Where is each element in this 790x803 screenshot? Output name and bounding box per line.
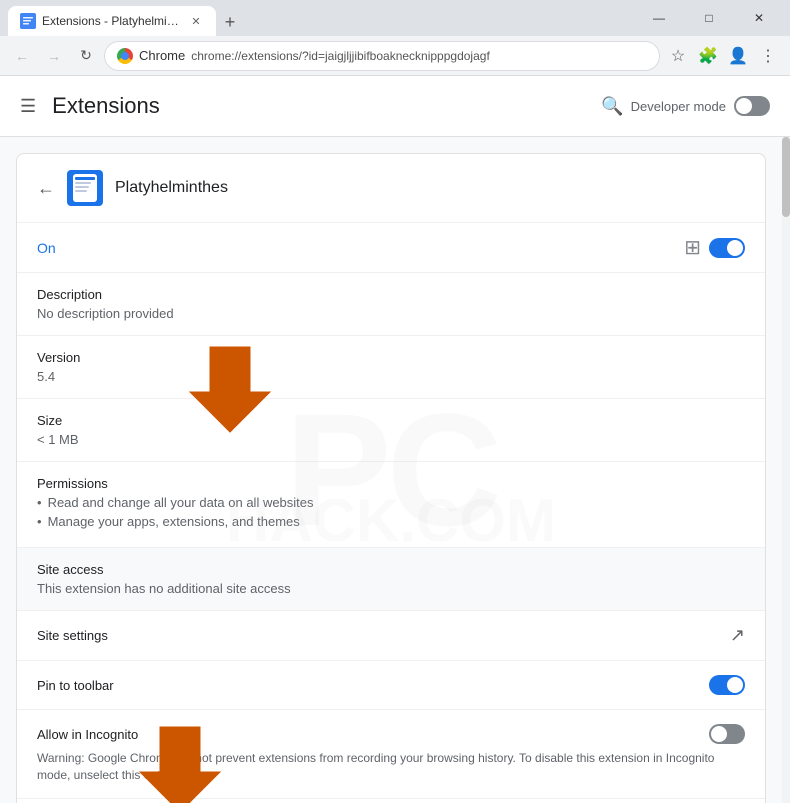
external-link-icon[interactable]: ↗ — [730, 625, 745, 646]
profile-button[interactable]: 👤 — [724, 42, 752, 70]
forward-button[interactable]: → — [40, 42, 68, 70]
address-url: chrome://extensions/?id=jaigjljjibifboak… — [191, 49, 490, 63]
incognito-warning-text: Warning: Google Chrome cannot prevent ex… — [37, 750, 745, 784]
allow-incognito-toggle[interactable] — [709, 724, 745, 744]
extensions-header: ☰ Extensions 🔍 Developer mode — [0, 76, 790, 137]
scrollbar[interactable] — [782, 137, 790, 803]
incognito-section: Allow in Incognito Warning: Google Chrom… — [17, 710, 765, 799]
scrollbar-thumb[interactable] — [782, 137, 790, 217]
pin-toolbar-row: Pin to toolbar — [17, 661, 765, 710]
size-section: Size < 1 MB — [17, 399, 765, 462]
address-bar-row: ← → ↻ Chrome chrome://extensions/?id=jai… — [0, 36, 790, 76]
maximize-button[interactable]: □ — [686, 0, 732, 36]
new-tab-button[interactable]: + — [216, 8, 244, 36]
status-row: On ⊞ — [17, 223, 765, 273]
size-value: < 1 MB — [37, 432, 745, 447]
site-settings-row: Site settings ↗ — [17, 611, 765, 661]
page-title: Extensions — [52, 93, 594, 119]
extension-detail-card: ← Platyhelminthes On ⊞ — [16, 153, 766, 803]
search-button[interactable]: 🔍 — [595, 88, 631, 124]
minimize-button[interactable]: — — [636, 0, 682, 36]
menu-button[interactable]: ⋮ — [754, 42, 782, 70]
close-button[interactable]: ✕ — [736, 0, 782, 36]
version-section: Version 5.4 — [17, 336, 765, 399]
tab-bar: Extensions - Platyhelminthes ✕ + — [8, 0, 244, 36]
refresh-button[interactable]: ↻ — [72, 42, 100, 70]
incognito-header: Allow in Incognito — [37, 724, 745, 744]
size-label: Size — [37, 413, 745, 428]
description-value: No description provided — [37, 306, 745, 321]
allow-incognito-label: Allow in Incognito — [37, 727, 138, 742]
pin-toolbar-label: Pin to toolbar — [37, 678, 114, 693]
site-access-value: This extension has no additional site ac… — [37, 581, 745, 596]
site-settings-label: Site settings — [37, 628, 108, 643]
developer-mode-label: Developer mode — [631, 99, 726, 114]
grid-icon[interactable]: ⊞ — [684, 235, 701, 260]
permission-text-1: Read and change all your data on all web… — [48, 495, 314, 510]
window-controls: — □ ✕ — [636, 0, 782, 36]
address-box[interactable]: Chrome chrome://extensions/?id=jaigjljji… — [104, 41, 660, 71]
version-value: 5.4 — [37, 369, 745, 384]
bullet-2: • — [37, 514, 42, 529]
content-area: PC HACK.COM ← Platyhelminthes — [0, 137, 782, 803]
bookmark-button[interactable]: ☆ — [664, 42, 692, 70]
tab-icon — [20, 13, 36, 29]
version-label: Version — [37, 350, 745, 365]
description-label: Description — [37, 287, 745, 302]
extension-name: Platyhelminthes — [115, 179, 228, 197]
tab-title: Extensions - Platyhelminthes — [42, 14, 182, 28]
hamburger-icon[interactable]: ☰ — [20, 96, 36, 117]
title-bar: Extensions - Platyhelminthes ✕ + — □ ✕ — [0, 0, 790, 36]
extension-icon-svg — [73, 174, 97, 202]
site-access-section: Site access This extension has no additi… — [17, 548, 765, 611]
permissions-label: Permissions — [37, 476, 745, 491]
active-tab[interactable]: Extensions - Platyhelminthes ✕ — [8, 6, 216, 36]
tab-close-icon[interactable]: ✕ — [188, 13, 204, 29]
back-navigation-button[interactable]: ← — [37, 178, 55, 199]
bullet-1: • — [37, 495, 42, 510]
source-section: Source Not from Chrome Web Store. — [17, 799, 765, 803]
extension-enabled-toggle[interactable] — [709, 238, 745, 258]
permission-item-2: • Manage your apps, extensions, and them… — [37, 514, 745, 529]
pin-toolbar-toggle[interactable] — [709, 675, 745, 695]
status-label: On — [37, 240, 56, 256]
extension-card-header: ← Platyhelminthes — [17, 154, 765, 223]
description-section: Description No description provided — [17, 273, 765, 336]
extension-icon — [67, 170, 103, 206]
permission-item-1: • Read and change all your data on all w… — [37, 495, 745, 510]
permissions-section: Permissions • Read and change all your d… — [17, 462, 765, 548]
chrome-logo-icon — [117, 48, 133, 64]
developer-mode-toggle[interactable] — [734, 96, 770, 116]
main-content: PC HACK.COM ← Platyhelminthes — [0, 137, 790, 803]
back-button[interactable]: ← — [8, 42, 36, 70]
toolbar-icons: ☆ 🧩 👤 ⋮ — [664, 42, 782, 70]
status-icons: ⊞ — [684, 235, 745, 260]
permission-text-2: Manage your apps, extensions, and themes — [48, 514, 300, 529]
site-access-label: Site access — [37, 562, 745, 577]
extensions-button[interactable]: 🧩 — [694, 42, 722, 70]
address-brand: Chrome — [139, 48, 185, 63]
